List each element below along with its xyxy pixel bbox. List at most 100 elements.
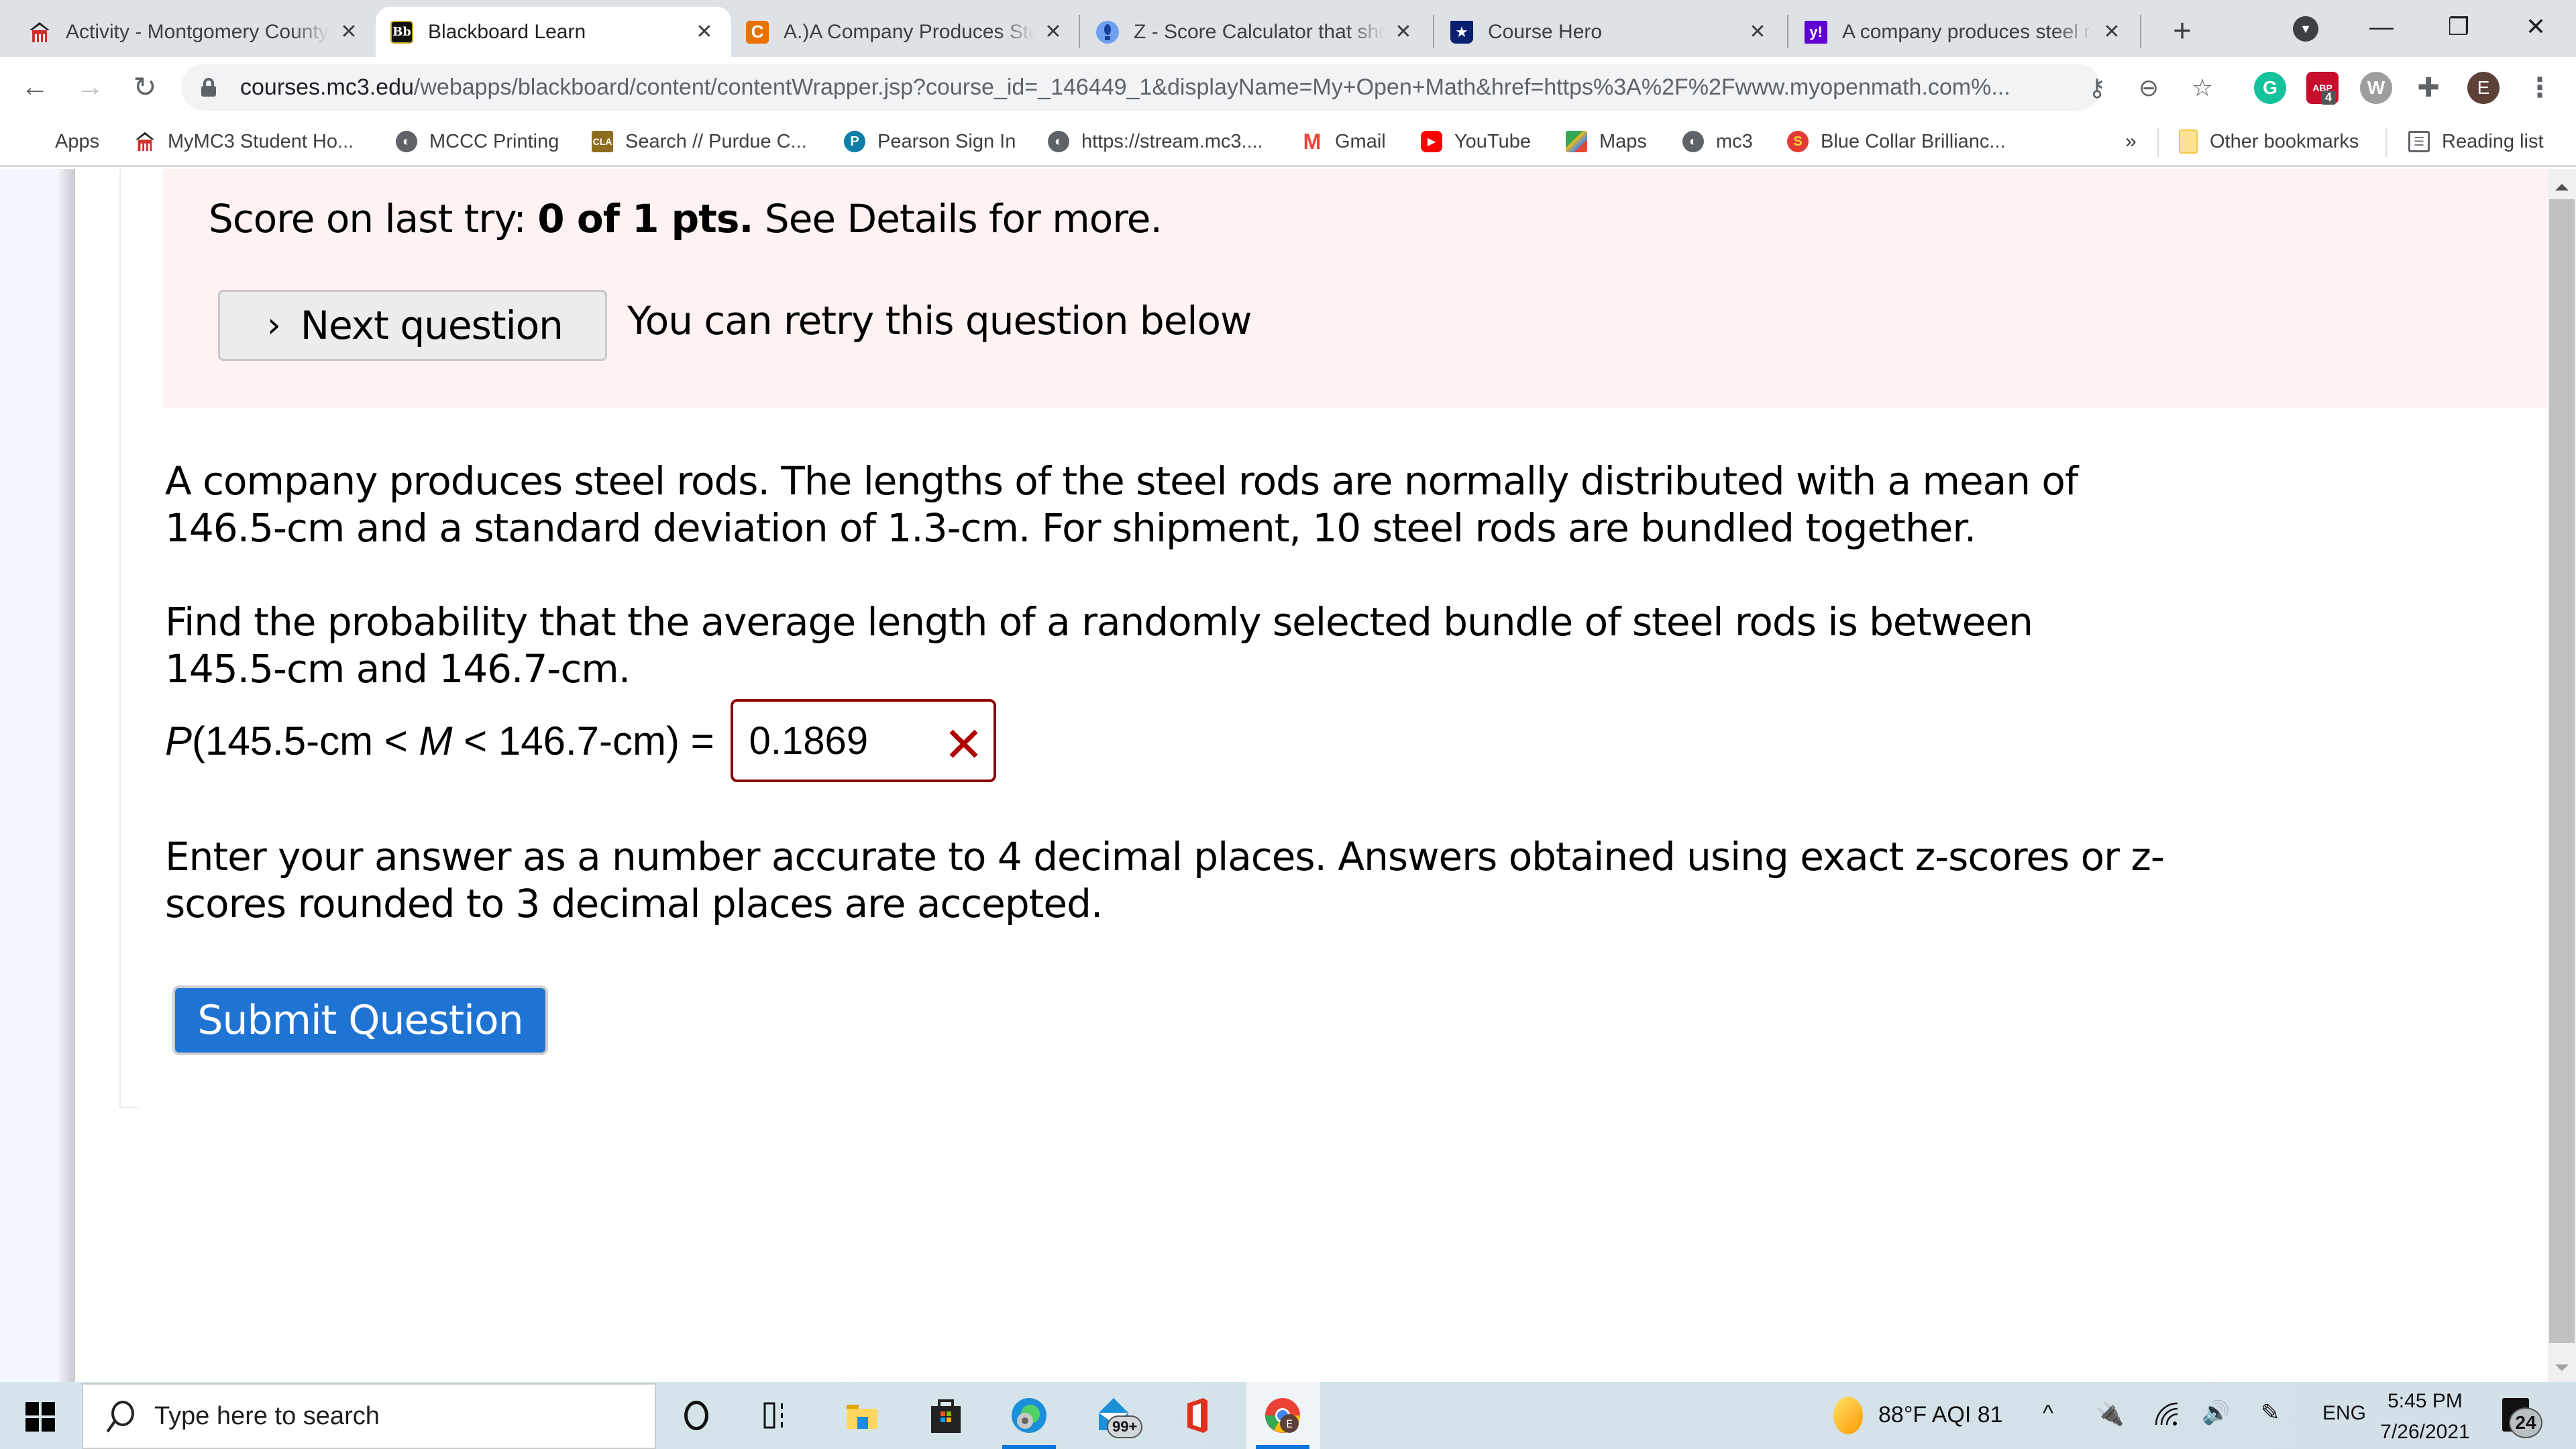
weather-readout[interactable]: 88°F AQI 81 xyxy=(1878,1402,2003,1428)
tab-close-icon[interactable]: ✕ xyxy=(1041,20,1065,44)
scrollbar-thumb[interactable] xyxy=(2549,199,2575,1343)
tab-title: Z - Score Calculator that shows work xyxy=(1134,20,1385,43)
grammarly-icon[interactable]: G xyxy=(2254,72,2286,104)
tab-course-hero[interactable]: ★ Course Hero ✕ xyxy=(1436,7,1784,57)
answer-row: P(145.5-cm < M < 146.7-cm) = ✕ xyxy=(165,699,996,782)
bookmark-maps[interactable]: Maps xyxy=(1566,125,1647,158)
taskbar-search-placeholder: Type here to search xyxy=(154,1401,380,1430)
bookmark-purdue[interactable]: CLA Search // Purdue C... xyxy=(592,125,807,158)
battery-plugged-icon[interactable]: 🔌 xyxy=(2096,1401,2124,1428)
tab-blackboard-learn[interactable]: Bb Blackboard Learn ✕ xyxy=(376,7,731,57)
w-extension-icon[interactable]: W xyxy=(2360,72,2392,104)
tab-search-icon[interactable]: ▼ xyxy=(2293,16,2318,42)
wifi-icon[interactable] xyxy=(2153,1401,2180,1434)
adblock-icon[interactable]: ABP 4 xyxy=(2306,72,2339,105)
s-icon: S xyxy=(1787,131,1809,152)
next-question-button[interactable]: › Next question xyxy=(218,290,607,361)
chrome-menu-icon[interactable]: ⋮ xyxy=(2524,72,2556,104)
bookmark-blue-collar[interactable]: S Blue Collar Brillianc... xyxy=(1787,125,2006,158)
tab-close-icon[interactable]: ✕ xyxy=(692,20,716,44)
office-icon[interactable] xyxy=(1170,1389,1224,1442)
bookmark-label: Blue Collar Brillianc... xyxy=(1821,130,2006,152)
mail-icon[interactable]: 99+ xyxy=(1087,1389,1143,1442)
tab-close-icon[interactable]: ✕ xyxy=(2100,20,2124,44)
bookmark-stream[interactable]: ◐ https://stream.mc3.... xyxy=(1048,125,1263,158)
cortana-icon[interactable] xyxy=(669,1389,723,1442)
scroll-up-icon[interactable] xyxy=(2555,184,2569,191)
scroll-down-icon[interactable] xyxy=(2555,1364,2569,1371)
zoom-icon[interactable]: ⊖ xyxy=(2130,69,2167,107)
folder-icon xyxy=(2179,129,2198,154)
tab-close-icon[interactable]: ✕ xyxy=(1746,20,1770,44)
tab-separator xyxy=(2140,15,2141,48)
tray-overflow-chevron[interactable]: ^ xyxy=(2043,1401,2053,1427)
edge-browser-icon[interactable] xyxy=(1002,1389,1056,1449)
bookmark-mymc3[interactable]: MyMC3 Student Ho... xyxy=(134,125,354,158)
bookmark-label: Pearson Sign In xyxy=(877,130,1016,152)
url-text[interactable]: courses.mc3.edu/webapps/blackboard/conte… xyxy=(240,74,2025,101)
bookmarks-overflow-button[interactable]: » xyxy=(2125,125,2137,158)
taskbar-search-box[interactable]: Type here to search xyxy=(82,1383,656,1449)
bookmark-gmail[interactable]: M Gmail xyxy=(1301,125,1386,158)
bookmark-label: Gmail xyxy=(1335,130,1386,152)
tab-close-icon[interactable]: ✕ xyxy=(1391,20,1415,44)
lock-icon[interactable] xyxy=(201,78,216,97)
password-key-icon[interactable]: ⚷ xyxy=(2078,69,2116,107)
bookmark-mccc-printing[interactable]: ◐ MCCC Printing xyxy=(396,125,559,158)
action-center-icon[interactable]: 24 xyxy=(2502,1398,2542,1438)
chrome-icon[interactable]: E xyxy=(1256,1389,1309,1449)
bookmark-label: MCCC Printing xyxy=(429,130,559,152)
submit-question-button[interactable]: Submit Question xyxy=(172,985,548,1055)
search-icon xyxy=(103,1399,137,1433)
bookmark-label: Search // Purdue C... xyxy=(625,130,807,152)
back-button[interactable]: ← xyxy=(13,65,56,108)
pen-workspace-icon[interactable]: ✎ xyxy=(2261,1399,2280,1426)
maps-icon xyxy=(1566,131,1587,152)
browser-toolbar: ← → ↻ courses.mc3.edu/webapps/blackboard… xyxy=(0,57,2576,116)
bookmark-apps[interactable]: Apps xyxy=(24,125,99,158)
svg-text:E: E xyxy=(1286,1417,1293,1430)
minimize-button[interactable]: — xyxy=(2345,0,2418,54)
youtube-icon: ▶ xyxy=(1421,131,1442,152)
pearson-icon: P xyxy=(844,131,865,152)
bookmark-mc3[interactable]: ◐ mc3 xyxy=(1682,125,1753,158)
tab-close-icon[interactable]: ✕ xyxy=(337,20,361,44)
new-tab-button[interactable]: + xyxy=(2163,12,2201,50)
address-bar[interactable]: courses.mc3.edu/webapps/blackboard/conte… xyxy=(181,64,2213,111)
score-text: Score on last try: 0 of 1 pts. See Detai… xyxy=(209,196,1163,241)
reload-button[interactable]: ↻ xyxy=(123,65,166,108)
extensions-puzzle-icon[interactable]: ✚ xyxy=(2412,72,2445,104)
tab-title: Blackboard Learn xyxy=(428,20,586,43)
bookmark-label: https://stream.mc3.... xyxy=(1081,130,1263,152)
tab-separator xyxy=(1079,15,1080,48)
tab-yahoo-answers[interactable]: y! A company produces steel rods ✕ xyxy=(1790,7,2139,57)
coursehero-icon: ★ xyxy=(1450,20,1473,44)
volume-icon[interactable]: 🔊 xyxy=(2202,1399,2230,1426)
bookmark-label: mc3 xyxy=(1716,130,1753,152)
windows-start-button[interactable] xyxy=(25,1402,55,1432)
close-window-button[interactable]: ✕ xyxy=(2499,0,2573,54)
answer-input[interactable] xyxy=(749,718,924,763)
tab-chegg[interactable]: C A.)A Company Produces Steel Rods ✕ xyxy=(731,7,1080,57)
chevron-right-icon: › xyxy=(267,305,281,345)
tab-activity-mc3[interactable]: Activity - Montgomery County Community C… xyxy=(13,7,376,57)
taskbar-clock[interactable]: 5:45 PM 7/26/2021 xyxy=(2375,1386,2475,1448)
task-view-icon[interactable] xyxy=(750,1389,804,1442)
mc3-icon xyxy=(28,21,51,44)
bookmark-star-icon[interactable]: ☆ xyxy=(2184,69,2221,107)
page-scrollbar[interactable] xyxy=(2548,169,2576,1382)
reading-list-button[interactable]: ☰ Reading list xyxy=(2408,125,2544,158)
input-language[interactable]: ENG xyxy=(2322,1402,2366,1425)
profile-avatar[interactable]: E xyxy=(2467,72,2500,104)
question-prompt: Find the probability that the average le… xyxy=(165,599,2033,692)
answer-input-box[interactable]: ✕ xyxy=(730,699,996,782)
microsoft-store-icon[interactable] xyxy=(919,1389,973,1442)
file-explorer-icon[interactable] xyxy=(835,1389,889,1442)
other-bookmarks-folder[interactable]: Other bookmarks xyxy=(2179,125,2359,158)
bookmark-youtube[interactable]: ▶ YouTube xyxy=(1421,125,1531,158)
bookmark-pearson[interactable]: P Pearson Sign In xyxy=(844,125,1016,158)
weather-sun-icon[interactable] xyxy=(1831,1389,1865,1442)
restore-button[interactable]: ❐ xyxy=(2422,0,2496,54)
tab-zscore-calculator[interactable]: Z - Score Calculator that shows work ✕ xyxy=(1081,7,1430,57)
forward-button[interactable]: → xyxy=(68,65,111,108)
